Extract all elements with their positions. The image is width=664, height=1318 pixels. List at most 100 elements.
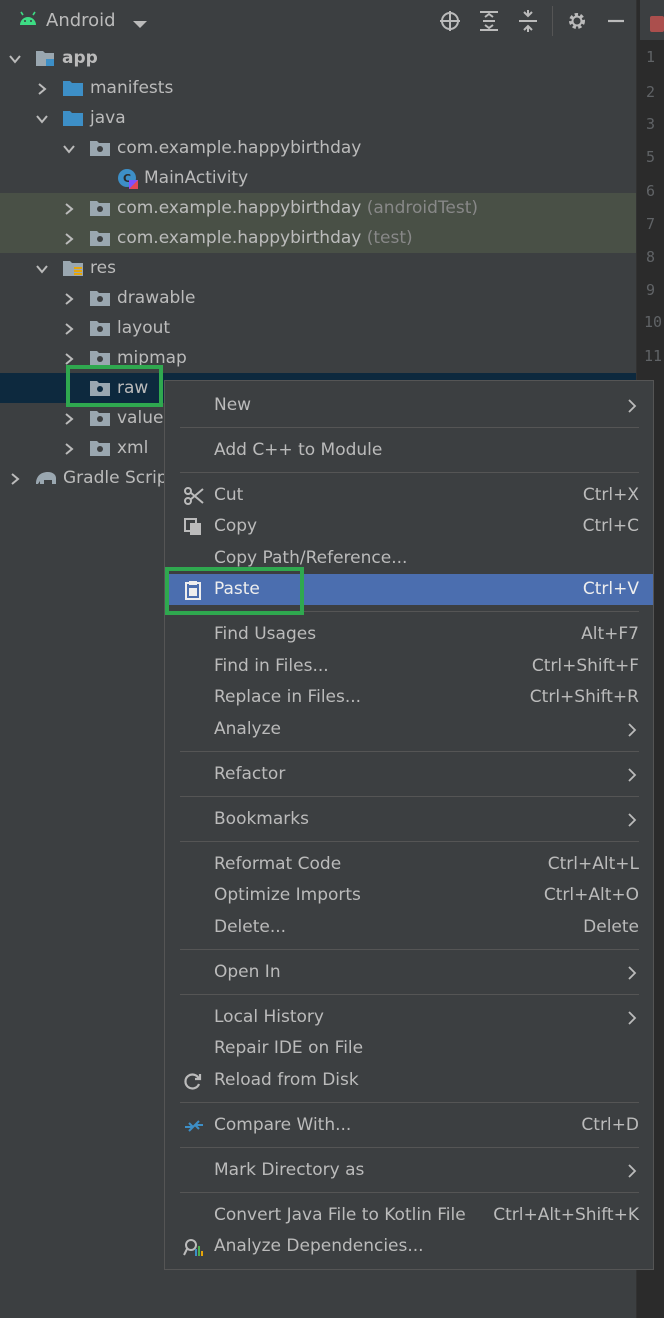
- menu-item-new[interactable]: New: [165, 390, 653, 421]
- menu-separator: [180, 994, 639, 995]
- line-number: 7: [646, 215, 656, 233]
- menu-separator: [180, 1102, 639, 1103]
- chevron-right-icon[interactable]: [62, 291, 76, 305]
- menu-item-refactor[interactable]: Refactor: [165, 759, 653, 790]
- menu-item-shortcut: Ctrl+Alt+Shift+K: [493, 1205, 639, 1225]
- menu-item-shortcut: Ctrl+D: [581, 1115, 639, 1135]
- tree-item-label: MainActivity: [144, 168, 249, 188]
- menu-item-bookmarks[interactable]: Bookmarks: [165, 804, 653, 835]
- locate-icon[interactable]: [437, 8, 463, 34]
- source-set-suffix: (test): [366, 228, 413, 248]
- gear-icon[interactable]: [564, 8, 590, 34]
- tree-item-label: mipmap: [117, 348, 187, 368]
- tree-item-label: layout: [117, 318, 171, 338]
- dependencies-icon: [183, 1237, 203, 1257]
- menu-item-copy-path[interactable]: Copy Path/Reference...: [165, 543, 653, 574]
- package-icon: [89, 408, 110, 428]
- tree-item-res[interactable]: res: [0, 253, 636, 283]
- menu-item-label: Analyze Dependencies...: [214, 1236, 424, 1256]
- menu-item-delete[interactable]: Delete... Delete: [165, 912, 653, 943]
- tree-item-mipmap[interactable]: mipmap: [0, 343, 636, 373]
- chevron-down-icon[interactable]: [132, 15, 148, 35]
- menu-item-reload-from-disk[interactable]: Reload from Disk: [165, 1065, 653, 1096]
- hide-icon[interactable]: [603, 8, 629, 34]
- project-view-title[interactable]: Android: [46, 10, 116, 31]
- tree-item-package-android-test[interactable]: com.example.happybirthday (androidTest): [0, 193, 636, 223]
- menu-separator: [180, 949, 639, 950]
- menu-item-analyze-dependencies[interactable]: Analyze Dependencies...: [165, 1231, 653, 1262]
- menu-item-paste[interactable]: Paste Ctrl+V: [165, 574, 653, 605]
- chevron-right-icon[interactable]: [35, 81, 49, 95]
- chevron-right-icon: [627, 812, 637, 832]
- line-number: 8: [646, 248, 656, 266]
- module-folder-icon: [35, 48, 55, 68]
- menu-item-label: Open In: [214, 962, 281, 982]
- menu-item-label: Mark Directory as: [214, 1160, 365, 1180]
- collapse-all-icon[interactable]: [515, 8, 541, 34]
- chevron-right-icon[interactable]: [62, 201, 76, 215]
- tree-item-label: drawable: [117, 288, 196, 308]
- menu-item-mark-directory[interactable]: Mark Directory as: [165, 1155, 653, 1186]
- chevron-down-icon[interactable]: [62, 141, 76, 155]
- menu-item-copy[interactable]: Copy Ctrl+C: [165, 511, 653, 542]
- chevron-right-icon: [627, 767, 637, 787]
- tree-item-label: app: [62, 48, 98, 68]
- chevron-right-icon[interactable]: [8, 471, 22, 485]
- menu-item-compare-with[interactable]: Compare With... Ctrl+D: [165, 1110, 653, 1141]
- toolbar-separator: [552, 6, 553, 36]
- package-icon: [89, 318, 110, 338]
- tree-item-manifests[interactable]: manifests: [0, 73, 636, 103]
- menu-item-label: Refactor: [214, 764, 286, 784]
- menu-item-label: New: [214, 395, 252, 415]
- chevron-down-icon[interactable]: [8, 51, 22, 65]
- package-name: com.example.happybirthday: [117, 228, 362, 248]
- menu-item-label: Analyze: [214, 719, 281, 739]
- menu-item-shortcut: Ctrl+Alt+O: [543, 885, 639, 905]
- menu-item-add-cpp[interactable]: Add C++ to Module: [165, 435, 653, 466]
- tree-item-package[interactable]: com.example.happybirthday: [0, 133, 636, 163]
- menu-item-label: Paste: [214, 579, 260, 599]
- chevron-right-icon[interactable]: [62, 231, 76, 245]
- menu-item-local-history[interactable]: Local History: [165, 1002, 653, 1033]
- menu-item-replace-in-files[interactable]: Replace in Files... Ctrl+Shift+R: [165, 682, 653, 713]
- chevron-right-icon[interactable]: [62, 351, 76, 365]
- menu-item-cut[interactable]: Cut Ctrl+X: [165, 480, 653, 511]
- menu-item-analyze[interactable]: Analyze: [165, 714, 653, 745]
- menu-item-shortcut: Delete: [583, 917, 639, 937]
- tree-item-drawable[interactable]: drawable: [0, 283, 636, 313]
- chevron-right-icon[interactable]: [62, 441, 76, 455]
- chevron-right-icon: [627, 965, 637, 985]
- tree-item-label: com.example.happybirthday (test): [117, 226, 413, 250]
- menu-item-find-in-files[interactable]: Find in Files... Ctrl+Shift+F: [165, 651, 653, 682]
- tree-item-main-activity[interactable]: C MainActivity: [0, 163, 636, 193]
- menu-item-label: Repair IDE on File: [214, 1038, 364, 1058]
- menu-item-find-usages[interactable]: Find Usages Alt+F7: [165, 619, 653, 650]
- tree-item-java[interactable]: java: [0, 103, 636, 133]
- menu-item-label: Reload from Disk: [214, 1070, 359, 1090]
- chevron-right-icon[interactable]: [62, 321, 76, 335]
- menu-item-label: Add C++ to Module: [214, 440, 383, 460]
- menu-item-shortcut: Alt+F7: [581, 624, 639, 644]
- menu-item-repair-ide[interactable]: Repair IDE on File: [165, 1033, 653, 1064]
- package-icon: [89, 378, 110, 398]
- menu-item-open-in[interactable]: Open In: [165, 957, 653, 988]
- tree-item-app[interactable]: app: [0, 43, 636, 73]
- scissors-icon: [183, 486, 204, 506]
- chevron-down-icon[interactable]: [35, 261, 49, 275]
- editor-tab[interactable]: [640, 0, 664, 40]
- context-menu: New Add C++ to Module Cut Ctrl+X Copy Ct…: [164, 380, 654, 1270]
- kotlin-class-icon: C: [117, 168, 138, 189]
- menu-item-label: Local History: [214, 1007, 324, 1027]
- chevron-down-icon[interactable]: [35, 111, 49, 125]
- chevron-right-icon[interactable]: [62, 411, 76, 425]
- menu-item-optimize-imports[interactable]: Optimize Imports Ctrl+Alt+O: [165, 880, 653, 911]
- tree-item-package-test[interactable]: com.example.happybirthday (test): [0, 223, 636, 253]
- line-number: 5: [646, 148, 656, 166]
- package-icon: [89, 138, 110, 158]
- tree-item-layout[interactable]: layout: [0, 313, 636, 343]
- expand-all-icon[interactable]: [476, 8, 502, 34]
- package-icon: [89, 438, 110, 458]
- chevron-right-icon: [627, 722, 637, 742]
- menu-item-convert-to-kotlin[interactable]: Convert Java File to Kotlin File Ctrl+Al…: [165, 1200, 653, 1231]
- menu-item-reformat-code[interactable]: Reformat Code Ctrl+Alt+L: [165, 849, 653, 880]
